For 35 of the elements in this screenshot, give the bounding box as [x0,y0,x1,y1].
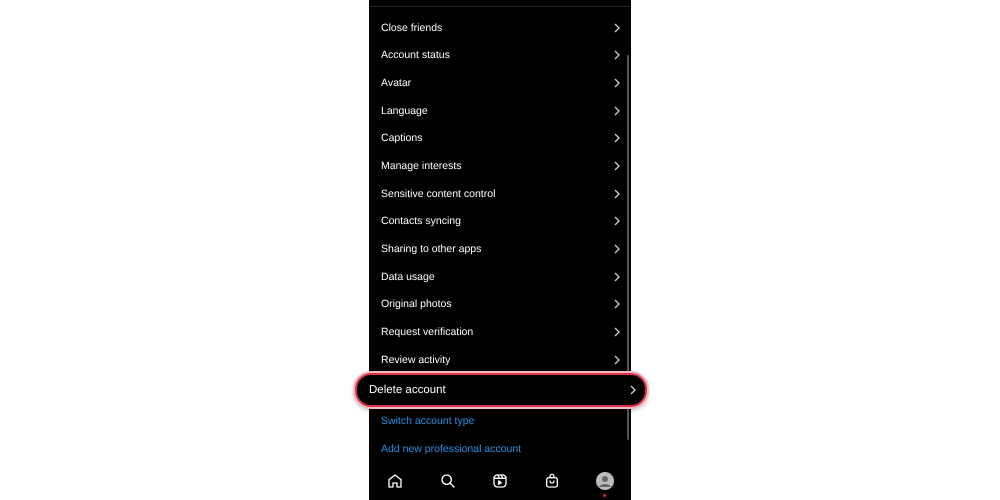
chevron-icon [613,326,621,337]
chevron-icon [613,244,621,254]
link[interactable]: Switch account type [381,414,474,427]
settings-item[interactable]: Captions [369,124,631,152]
link[interactable]: Add new professional account [381,442,522,455]
chevron-icon [613,272,621,282]
chevron-icon [613,216,621,226]
settings-item[interactable]: Manage interests [369,152,631,180]
chevron-icon [613,133,621,144]
chevron-icon [613,78,621,88]
chevron-icon [613,188,621,199]
settings-item[interactable]: Account status [369,42,631,70]
search-icon [440,473,456,490]
highlighted-settings-item[interactable]: Delete account [355,373,647,408]
shopping-bag-icon [544,473,560,490]
settings-item[interactable]: Request verification [369,318,631,346]
settings-item[interactable]: Contacts syncing [369,208,631,236]
chevron-icon [613,354,621,365]
chevron-icon [613,161,621,172]
settings-item[interactable]: Original photos [369,290,631,318]
chevron-icon [613,106,621,116]
chevron-icon [613,22,621,33]
chevron-icon [613,299,621,310]
settings-item[interactable]: Sharing to other apps [369,235,631,263]
home-icon [387,473,404,490]
settings-item[interactable]: Avatar [369,69,631,97]
chevron-icon [613,50,621,60]
settings-item[interactable]: Close friends [369,14,631,42]
settings-item[interactable]: Sensitive content control [369,180,631,208]
chevron-icon [629,385,637,396]
reels-icon [492,473,508,490]
settings-item[interactable]: Data usage [369,262,631,290]
settings-item[interactable]: Language [369,96,631,125]
avatar-icon [596,472,614,490]
settings-item[interactable]: Review activity [369,346,631,374]
